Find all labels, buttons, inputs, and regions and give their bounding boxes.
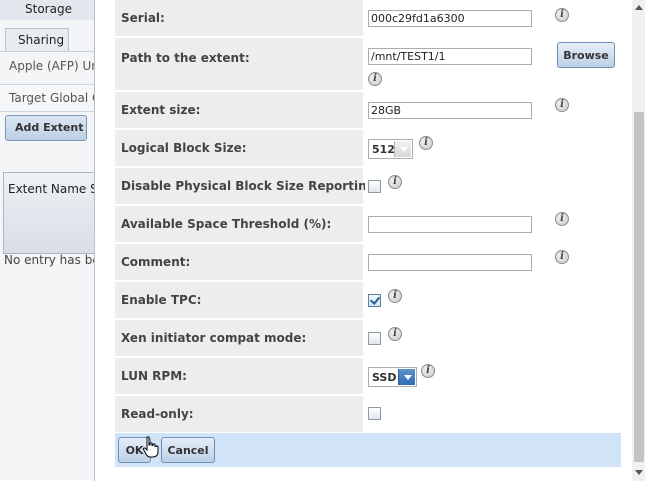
top-nav: Storage	[0, 0, 95, 21]
comment-label-cell: Comment:	[115, 244, 363, 280]
read-only-label: Read-only:	[121, 407, 194, 421]
tab-panel: Sharing Apple (AFP) Unix Target Global C…	[0, 20, 95, 480]
row-block-size: Logical Block Size: 512 i	[115, 130, 621, 166]
info-icon[interactable]: i	[555, 98, 569, 112]
enable-tpc-label: Enable TPC:	[121, 293, 202, 307]
row-read-only: Read-only:	[115, 396, 621, 432]
row-comment: Comment: i	[115, 244, 621, 280]
extent-size-label: Extent size:	[121, 103, 201, 117]
xen-compat-value-cell: i	[365, 320, 621, 356]
scroll-thumb[interactable]	[634, 112, 644, 462]
row-space-threshold: Available Space Threshold (%): i	[115, 206, 621, 242]
extent-size-input[interactable]: 28GB	[368, 102, 532, 119]
background-app: Storage Sharing Apple (AFP) Unix Target …	[0, 0, 95, 481]
extent-grid-header: Extent Name Serial	[3, 172, 95, 254]
path-label: Path to the extent:	[121, 51, 250, 65]
enable-tpc-checkbox[interactable]	[368, 294, 381, 307]
block-size-label-cell: Logical Block Size:	[115, 130, 363, 166]
subtabs: Apple (AFP) Unix	[0, 51, 95, 76]
hand-cursor-icon	[142, 436, 159, 458]
row-extent-size: Extent size: 28GB i	[115, 92, 621, 128]
xen-compat-label: Xen initiator compat mode:	[121, 331, 307, 345]
block-size-select[interactable]: 512	[368, 139, 413, 159]
disable-pbsr-label-cell: Disable Physical Block Size Reporting:	[115, 168, 380, 204]
info-icon[interactable]: i	[421, 364, 435, 378]
info-icon[interactable]: i	[388, 289, 402, 303]
block-size-label: Logical Block Size:	[121, 141, 247, 155]
row-serial: Serial: 000c29fd1a6300 i	[115, 0, 621, 36]
info-icon[interactable]: i	[555, 8, 569, 22]
xen-compat-checkbox[interactable]	[368, 332, 381, 345]
disable-pbsr-checkbox[interactable]	[368, 180, 381, 193]
grid-header-label: Extent Name Serial	[8, 182, 95, 196]
lun-rpm-value: SSD	[372, 371, 397, 384]
extent-size-label-cell: Extent size:	[115, 92, 363, 128]
dropdown-arrow-icon[interactable]	[394, 141, 411, 157]
info-icon[interactable]: i	[388, 327, 402, 341]
serial-label: Serial:	[121, 11, 165, 25]
scroll-down-arrow-icon[interactable]	[632, 466, 645, 480]
lun-rpm-label: LUN RPM:	[121, 369, 187, 383]
cancel-label: Cancel	[167, 444, 209, 457]
serial-value-cell: 000c29fd1a6300 i	[365, 0, 621, 36]
serial-label-cell: Serial:	[115, 0, 363, 36]
enable-tpc-label-cell: Enable TPC:	[115, 282, 363, 318]
comment-input[interactable]	[368, 254, 532, 271]
path-input[interactable]: /mnt/TEST1/1	[368, 48, 532, 65]
info-icon[interactable]: i	[555, 250, 569, 264]
info-icon[interactable]: i	[419, 136, 433, 150]
scroll-up-arrow-icon[interactable]	[632, 0, 645, 14]
disable-pbsr-label: Disable Physical Block Size Reporting:	[121, 179, 380, 193]
comment-label: Comment:	[121, 255, 191, 269]
row-disable-pbsr: Disable Physical Block Size Reporting: i	[115, 168, 621, 204]
serial-input[interactable]: 000c29fd1a6300	[368, 10, 532, 27]
block-size-value: 512	[372, 143, 395, 156]
dialog-footer: OK Cancel	[115, 433, 621, 467]
extent-size-value-cell: 28GB i	[365, 92, 621, 128]
browse-button[interactable]: Browse	[557, 42, 615, 68]
lun-rpm-value-cell: SSD i	[365, 358, 621, 394]
info-icon[interactable]: i	[555, 212, 569, 226]
read-only-checkbox[interactable]	[368, 407, 381, 420]
nav-storage[interactable]: Storage	[25, 2, 72, 16]
add-extent-label: Add Extent	[15, 121, 84, 134]
cancel-button[interactable]: Cancel	[161, 437, 215, 463]
browse-label: Browse	[563, 49, 609, 62]
row-lun-rpm: LUN RPM: SSD i	[115, 358, 621, 394]
row-path: Path to the extent: /mnt/TEST1/1 i	[115, 38, 621, 90]
info-icon[interactable]: i	[368, 72, 382, 86]
space-threshold-input[interactable]	[368, 216, 532, 233]
space-threshold-label-cell: Available Space Threshold (%):	[115, 206, 363, 242]
target-global-config-label: Target Global Configuration	[9, 91, 95, 105]
xen-compat-label-cell: Xen initiator compat mode:	[115, 320, 363, 356]
row-xen-compat: Xen initiator compat mode: i	[115, 320, 621, 356]
enable-tpc-value-cell: i	[365, 282, 621, 318]
path-label-cell: Path to the extent:	[115, 38, 363, 90]
read-only-value-cell	[365, 396, 621, 432]
comment-value-cell: i	[365, 244, 621, 280]
tab-sharing-label: Sharing	[18, 33, 65, 47]
tab-sharing[interactable]: Sharing	[5, 28, 69, 51]
edit-extent-dialog: Serial: 000c29fd1a6300 i Path to the ext…	[94, 0, 645, 481]
add-extent-button[interactable]: Add Extent	[5, 115, 87, 141]
lun-rpm-label-cell: LUN RPM:	[115, 358, 363, 394]
block-size-value-cell: 512 i	[365, 130, 621, 166]
row-enable-tpc: Enable TPC: i	[115, 282, 621, 318]
empty-grid-text: No entry has been found	[4, 253, 95, 267]
target-global-config[interactable]: Target Global Configuration	[0, 84, 95, 112]
lun-rpm-select[interactable]: SSD	[368, 367, 417, 387]
info-icon[interactable]: i	[388, 175, 402, 189]
space-threshold-label: Available Space Threshold (%):	[121, 217, 332, 231]
vertical-scrollbar[interactable]	[632, 0, 645, 481]
space-threshold-value-cell: i	[365, 206, 621, 242]
disable-pbsr-value-cell: i	[365, 168, 621, 204]
read-only-label-cell: Read-only:	[115, 396, 363, 432]
dropdown-arrow-icon[interactable]	[398, 369, 415, 385]
subtab-afp[interactable]: Apple (AFP) Unix	[9, 59, 95, 73]
